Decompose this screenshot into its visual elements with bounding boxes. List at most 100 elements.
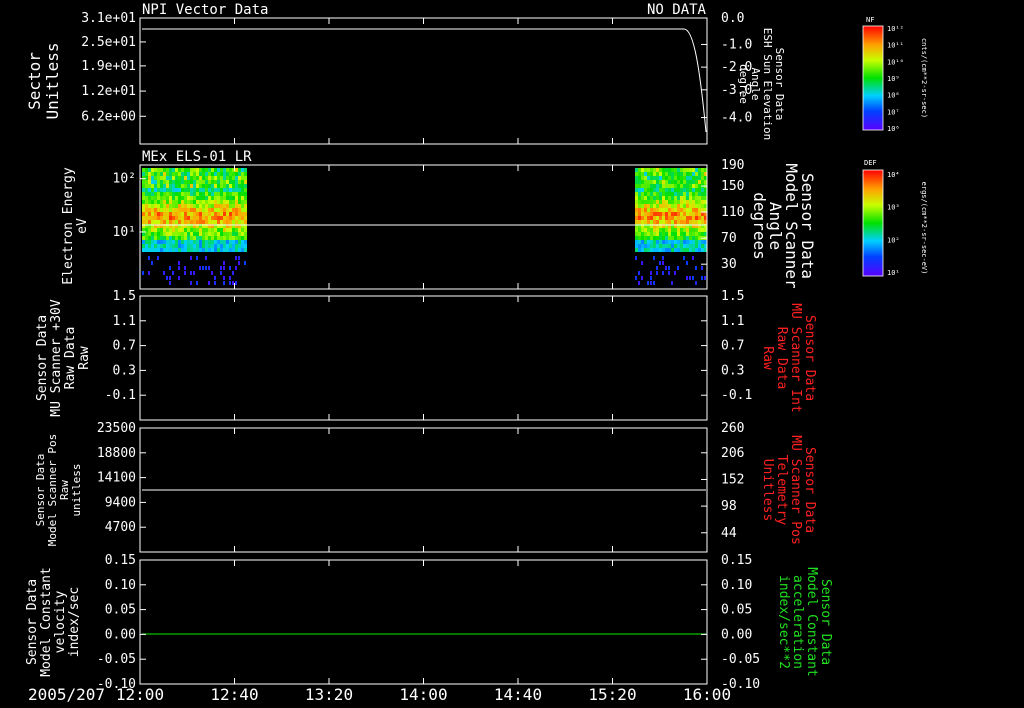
spectrogram-cell bbox=[184, 172, 187, 176]
spectrogram-cell bbox=[217, 188, 220, 192]
spectrogram-cell bbox=[638, 180, 641, 184]
spectrogram-cell bbox=[220, 220, 223, 224]
spectrogram-cell bbox=[223, 276, 225, 280]
def-colorbar-unit: ergs/(cm**2-sr-sec-eV) bbox=[920, 182, 928, 275]
spectrogram-cell bbox=[163, 184, 166, 188]
spectrogram-cell bbox=[653, 204, 656, 208]
spectrogram-cell bbox=[142, 200, 145, 204]
spectrogram-cell bbox=[193, 176, 196, 180]
spectrogram-cell bbox=[172, 232, 175, 236]
panel-1-right-tick-label: -1.0 bbox=[721, 37, 752, 52]
spectrogram-cell bbox=[692, 168, 695, 172]
spectrogram-cell bbox=[674, 176, 677, 180]
spectrogram-cell bbox=[662, 236, 665, 240]
spectrogram-cell bbox=[172, 184, 175, 188]
spectrogram-cell bbox=[683, 240, 686, 244]
spectrogram-cell bbox=[205, 244, 208, 248]
spectrogram-cell bbox=[226, 168, 229, 172]
spectrogram-cell bbox=[199, 212, 202, 216]
spectrogram-cell bbox=[217, 196, 220, 200]
spectrogram-cell bbox=[698, 188, 701, 192]
nf-colorbar-tick-label: 10¹⁰ bbox=[887, 58, 904, 66]
spectrogram-cell bbox=[178, 220, 181, 224]
def-colorbar-tick-label: 10² bbox=[887, 236, 900, 244]
spectrogram-cell bbox=[175, 248, 178, 252]
spectrogram-cell bbox=[647, 200, 650, 204]
spectrogram-cell bbox=[683, 228, 686, 232]
spectrogram-cell bbox=[172, 188, 175, 192]
spectrogram-cell bbox=[244, 208, 247, 212]
spectrogram-cell bbox=[235, 180, 238, 184]
spectrogram-cell bbox=[644, 228, 647, 232]
spectrogram-cell bbox=[674, 192, 677, 196]
spectrogram-cell bbox=[217, 192, 220, 196]
spectrogram-cell bbox=[229, 208, 232, 212]
spectrogram-cell bbox=[142, 184, 145, 188]
spectrogram-cell bbox=[644, 208, 647, 212]
spectrogram-cell bbox=[199, 180, 202, 184]
spectrogram-cell bbox=[238, 236, 241, 240]
spectrogram-cell bbox=[223, 261, 225, 265]
spectrogram-cell bbox=[184, 200, 187, 204]
spectrogram-cell bbox=[166, 192, 169, 196]
spectrogram-cell bbox=[160, 200, 163, 204]
spectrogram-cell bbox=[232, 216, 235, 220]
panel-4-right-tick-label: 206 bbox=[721, 446, 744, 461]
spectrogram-cell bbox=[151, 200, 154, 204]
spectrogram-cell bbox=[214, 200, 217, 204]
spectrogram-cell bbox=[169, 196, 172, 200]
spectrogram-cell bbox=[674, 240, 677, 244]
spectrogram-cell bbox=[238, 208, 241, 212]
spectrogram-cell bbox=[650, 228, 653, 232]
spectrogram-cell bbox=[211, 200, 214, 204]
spectrogram-cell bbox=[671, 180, 674, 184]
spectrogram-cell bbox=[232, 228, 235, 232]
spectrogram-cell bbox=[145, 232, 148, 236]
spectrogram-cell bbox=[241, 176, 244, 180]
spectrogram-cell bbox=[148, 248, 151, 252]
spectrogram-cell bbox=[674, 180, 677, 184]
spectrogram-cell bbox=[160, 228, 163, 232]
spectrogram-cell bbox=[695, 180, 698, 184]
spectrogram-cell bbox=[175, 240, 178, 244]
spectrogram-cell bbox=[653, 184, 656, 188]
spectrogram-cell bbox=[223, 248, 226, 252]
spectrogram-cell bbox=[650, 200, 653, 204]
spectrogram-cell bbox=[208, 266, 210, 270]
spectrogram-cell bbox=[635, 184, 638, 188]
spectrogram-cell bbox=[214, 184, 217, 188]
spectrogram-cell bbox=[671, 172, 674, 176]
spectrogram-cell bbox=[187, 248, 190, 252]
spectrogram-cell bbox=[184, 244, 187, 248]
spectrogram-cell bbox=[668, 204, 671, 208]
spectrogram-cell bbox=[196, 208, 199, 212]
spectrogram-cell bbox=[662, 244, 665, 248]
def-colorbar-tick-label: 10¹ bbox=[887, 269, 900, 277]
spectrogram-cell bbox=[692, 276, 694, 280]
spectrogram-cell bbox=[196, 168, 199, 172]
spectrogram-cell bbox=[151, 208, 154, 212]
spectrogram-cell bbox=[638, 281, 640, 285]
spectrogram-cell bbox=[199, 236, 202, 240]
spectrogram-cell bbox=[695, 204, 698, 208]
spectrogram-cell bbox=[214, 204, 217, 208]
def-colorbar bbox=[862, 169, 884, 277]
spectrogram-cell bbox=[680, 208, 683, 212]
date-label: 2005/207 bbox=[28, 685, 105, 704]
spectrogram-cell bbox=[674, 200, 677, 204]
spectrogram-cell bbox=[668, 248, 671, 252]
spectrogram-cell bbox=[683, 236, 686, 240]
spectrogram-cell bbox=[695, 168, 698, 172]
spectrogram-cell bbox=[229, 204, 232, 208]
spectrogram-cell bbox=[686, 248, 689, 252]
spectrogram-cell bbox=[689, 168, 692, 172]
spectrogram-cell bbox=[169, 192, 172, 196]
panel-5-left-tick-label: 0.15 bbox=[105, 553, 136, 568]
spectrogram-cell bbox=[202, 192, 205, 196]
spectrogram-cell bbox=[638, 228, 641, 232]
spectrogram-cell bbox=[217, 184, 220, 188]
spectrogram-cell bbox=[644, 196, 647, 200]
spectrogram-cell bbox=[659, 212, 662, 216]
spectrogram-cell bbox=[662, 200, 665, 204]
spectrogram-cell bbox=[238, 168, 241, 172]
